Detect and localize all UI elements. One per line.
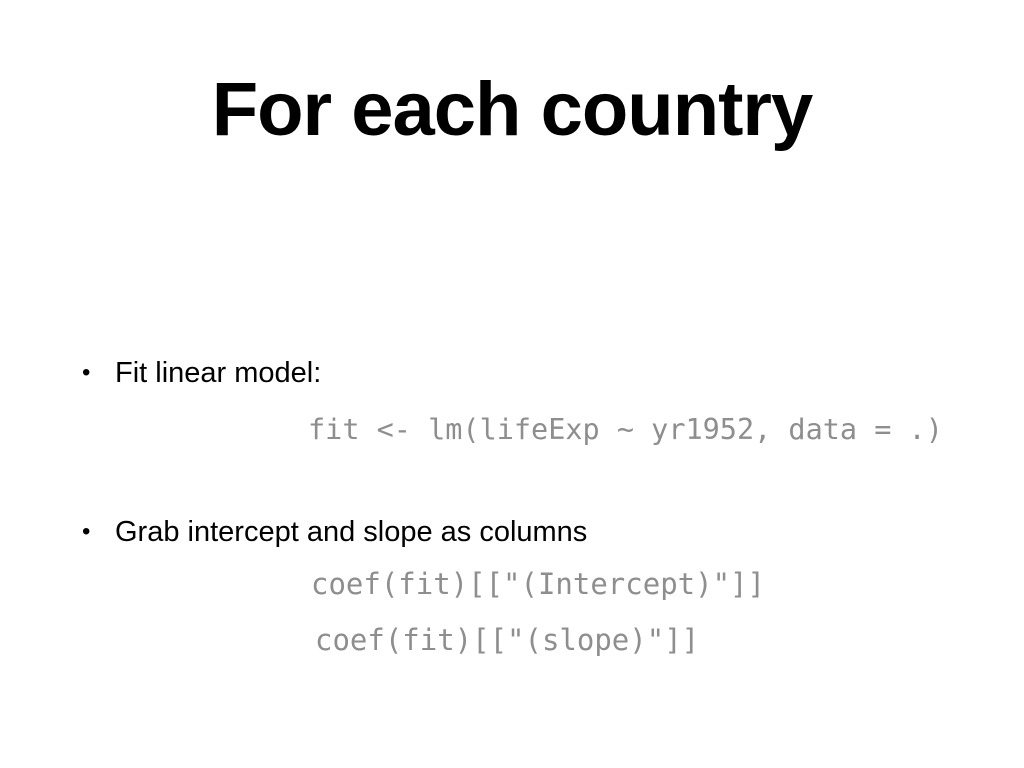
slide: For each country • Fit linear model: fit … [0, 0, 1024, 768]
bullet-marker: • [82, 518, 91, 545]
code-line-intercept: coef(fit)[["(Intercept)"]] [311, 567, 765, 601]
bullet-item-grab-coefficients: • Grab intercept and slope as columns [82, 514, 587, 550]
bullet-marker: • [82, 359, 91, 386]
bullet-text: Fit linear model: [115, 357, 322, 389]
bullet-text: Grab intercept and slope as columns [115, 516, 588, 548]
code-line-slope: coef(fit)[["(slope)"]] [315, 623, 700, 657]
code-line-lm: fit <- lm(lifeExp ~ yr1952, data = .) [308, 413, 943, 446]
slide-title: For each country [211, 67, 814, 152]
bullet-item-fit-model: • Fit linear model: [82, 355, 321, 391]
